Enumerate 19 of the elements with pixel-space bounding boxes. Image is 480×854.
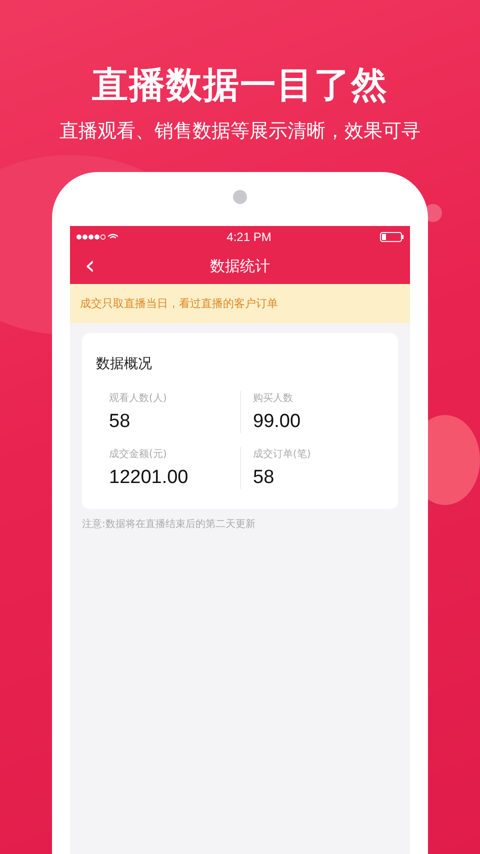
stat-value: 99.00 <box>253 411 302 433</box>
stat-value: 58 <box>253 467 276 489</box>
card-title: 数据概况 <box>96 355 153 373</box>
footnote-text: 注意:数据将在直播结束后的第二天更新 <box>81 518 256 531</box>
stat-label: 观看人数(人) <box>109 392 168 405</box>
promo-subtitle: 直播观看、销售数据等展示清晰，效果可寻 <box>60 119 420 144</box>
stat-label: 成交金额(元) <box>109 448 168 461</box>
camera-dot <box>233 190 247 204</box>
signal-icon <box>76 233 118 241</box>
status-time: 4:21 PM <box>226 230 272 244</box>
stat-label: 购买人数 <box>253 392 294 405</box>
promo-headline: 直播数据一目了然 <box>92 64 388 108</box>
stat-value: 12201.00 <box>109 467 190 489</box>
stat-label: 成交订单(笔) <box>253 448 312 461</box>
notice-banner: 成交只取直播当日，看过直播的客户订单 <box>70 284 410 323</box>
stat-value: 58 <box>109 411 132 433</box>
screen-title: 数据统计 <box>209 256 271 276</box>
battery-icon <box>380 232 404 242</box>
back-button[interactable]: ‹ <box>78 253 102 279</box>
